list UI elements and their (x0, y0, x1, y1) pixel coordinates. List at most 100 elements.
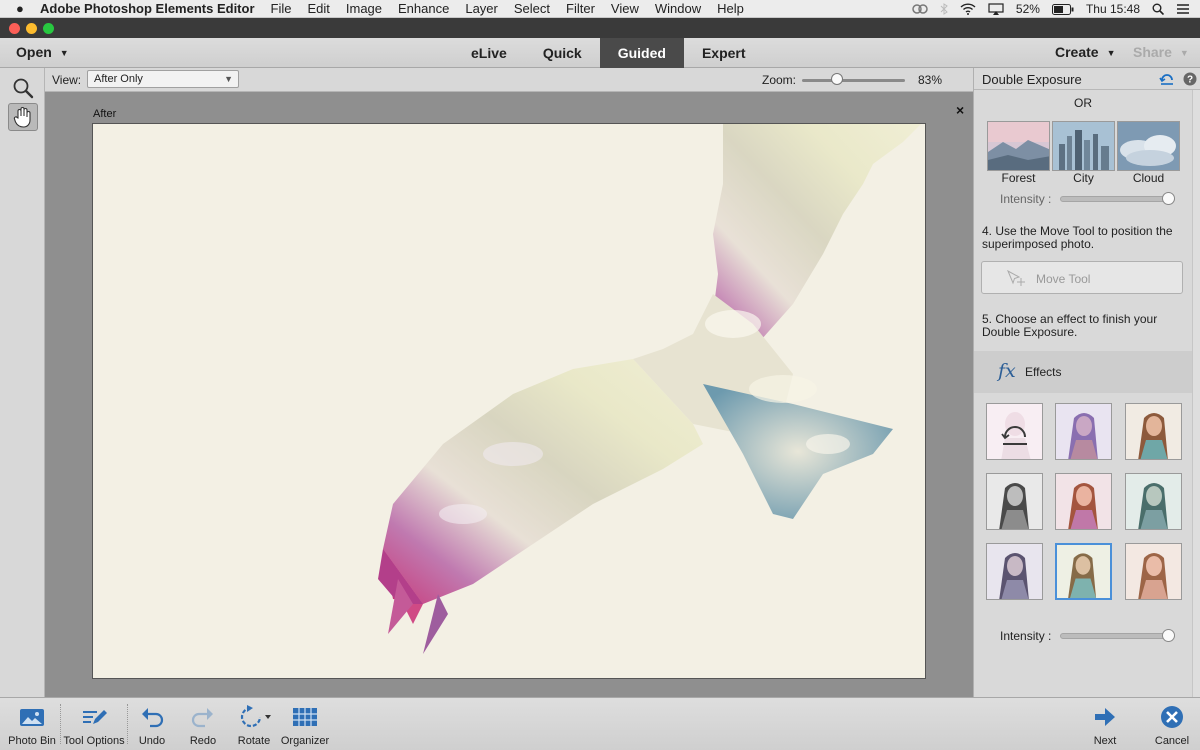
zoom-window-button[interactable] (43, 23, 54, 34)
clock[interactable]: Thu 15:48 (1086, 2, 1140, 16)
creative-cloud-icon[interactable] (912, 3, 928, 15)
tool-column (0, 68, 45, 697)
photo-bin-button[interactable]: Photo Bin (6, 700, 58, 747)
bottom-taskbar: Photo Bin Tool Options Undo Redo Rotate … (0, 697, 1200, 750)
help-icon[interactable]: ? (1183, 72, 1197, 86)
minimize-window-button[interactable] (26, 23, 37, 34)
zoom-slider[interactable] (802, 79, 905, 82)
effect-tile-none[interactable] (986, 403, 1043, 460)
rotate-label: Rotate (237, 735, 271, 747)
menu-view[interactable]: View (611, 1, 639, 16)
preset-intensity-knob[interactable] (1162, 192, 1175, 205)
tab-expert[interactable]: Expert (684, 38, 764, 68)
battery-icon[interactable] (1051, 3, 1074, 15)
effect-purple-image (1056, 404, 1111, 459)
mode-tabs: eLive Quick Guided Expert (453, 38, 764, 68)
airplay-icon[interactable] (988, 3, 1004, 15)
open-button[interactable]: Open ▼ (16, 44, 69, 60)
preset-cloud-thumb[interactable] (1117, 121, 1180, 171)
create-label: Create (1055, 44, 1099, 60)
after-label: After (93, 108, 117, 120)
tab-elive[interactable]: eLive (453, 38, 525, 68)
preset-forest-thumb[interactable] (987, 121, 1050, 171)
spotlight-search-icon[interactable] (1152, 3, 1164, 15)
panel-scrollbar[interactable] (1192, 90, 1200, 697)
menu-file[interactable]: File (271, 1, 292, 16)
undo-button[interactable]: Undo (133, 700, 171, 747)
rotate-icon (240, 705, 271, 728)
wifi-icon[interactable] (960, 3, 976, 15)
dropdown-arrow-icon: ▼ (224, 74, 233, 84)
photo-bin-label: Photo Bin (8, 735, 56, 747)
svg-text:?: ? (1187, 75, 1193, 86)
tab-guided[interactable]: Guided (599, 38, 684, 68)
organizer-button[interactable]: Organizer (280, 700, 330, 747)
hand-tool-button[interactable] (8, 103, 38, 131)
rotate-button[interactable]: Rotate (234, 700, 274, 747)
menu-help[interactable]: Help (717, 1, 744, 16)
menu-enhance[interactable]: Enhance (398, 1, 449, 16)
close-view-icon[interactable]: × (956, 102, 964, 118)
effects-label: Effects (1025, 365, 1062, 379)
effects-header: fx Effects (974, 351, 1192, 393)
move-tool-button[interactable]: Move Tool (981, 261, 1183, 294)
menu-window[interactable]: Window (655, 1, 701, 16)
close-window-button[interactable] (9, 23, 20, 34)
preset-intensity-label: Intensity : (1000, 192, 1052, 206)
window-title-bar (0, 18, 1200, 38)
effect-sepia-image (1126, 544, 1181, 599)
effect-tile-2[interactable] (1055, 403, 1112, 460)
effect-cool-image (987, 544, 1042, 599)
apple-menu-icon[interactable]: ● (16, 1, 30, 16)
notification-center-icon[interactable] (1176, 3, 1190, 15)
panel-header: Double Exposure ? (974, 68, 1200, 90)
cancel-button[interactable]: Cancel (1150, 700, 1194, 747)
hand-icon (13, 107, 31, 128)
effect-none-image (987, 404, 1042, 459)
create-button[interactable]: Create ▼ (1055, 44, 1116, 60)
effect-intensity-slider[interactable] (1060, 633, 1175, 639)
share-button[interactable]: Share ▼ (1133, 44, 1189, 60)
menu-image[interactable]: Image (346, 1, 382, 16)
document-image[interactable] (92, 123, 926, 679)
menu-layer[interactable]: Layer (465, 1, 498, 16)
effect-tile-7[interactable] (986, 543, 1043, 600)
effect-tile-5[interactable] (1055, 473, 1112, 530)
effect-tile-8-selected[interactable] (1055, 543, 1112, 600)
effect-tile-4[interactable] (986, 473, 1043, 530)
effect-tile-3[interactable] (1125, 403, 1182, 460)
bluetooth-icon[interactable] (940, 3, 948, 15)
effect-bw-image (987, 474, 1042, 529)
effect-intensity-knob[interactable] (1162, 629, 1175, 642)
tab-quick[interactable]: Quick (525, 38, 600, 68)
undo-label: Undo (138, 735, 166, 747)
preset-intensity-slider[interactable] (1060, 196, 1175, 202)
step5-instructions: 5. Choose an effect to finish your Doubl… (982, 312, 1158, 339)
redo-icon (191, 708, 213, 728)
zoom-tool-button[interactable] (8, 74, 38, 102)
view-dropdown[interactable]: After Only ▼ (87, 70, 239, 88)
effect-tile-9[interactable] (1125, 543, 1182, 600)
open-caret-icon: ▼ (59, 48, 69, 59)
tool-options-button[interactable]: Tool Options (62, 700, 126, 747)
or-label: OR (1074, 96, 1092, 110)
preset-city-thumb[interactable] (1052, 121, 1115, 171)
menu-edit[interactable]: Edit (307, 1, 329, 16)
effect-tile-6[interactable] (1125, 473, 1182, 530)
divider (60, 704, 61, 744)
divider (127, 704, 128, 744)
menu-select[interactable]: Select (514, 1, 550, 16)
reset-icon[interactable] (1159, 72, 1175, 86)
effect-teal-image (1126, 474, 1181, 529)
zoom-slider-thumb[interactable] (831, 73, 843, 85)
tool-options-icon (83, 710, 107, 724)
tool-options-label: Tool Options (63, 735, 125, 747)
guided-panel: Double Exposure ? OR Forest City Cloud I… (973, 68, 1200, 697)
zoom-label: Zoom: (762, 73, 797, 87)
menu-filter[interactable]: Filter (566, 1, 595, 16)
next-button[interactable]: Next (1086, 700, 1124, 747)
app-name-menu[interactable]: Adobe Photoshop Elements Editor (40, 1, 255, 16)
redo-button[interactable]: Redo (184, 700, 222, 747)
open-label: Open (16, 44, 52, 60)
zoom-value: 83% (918, 73, 943, 87)
